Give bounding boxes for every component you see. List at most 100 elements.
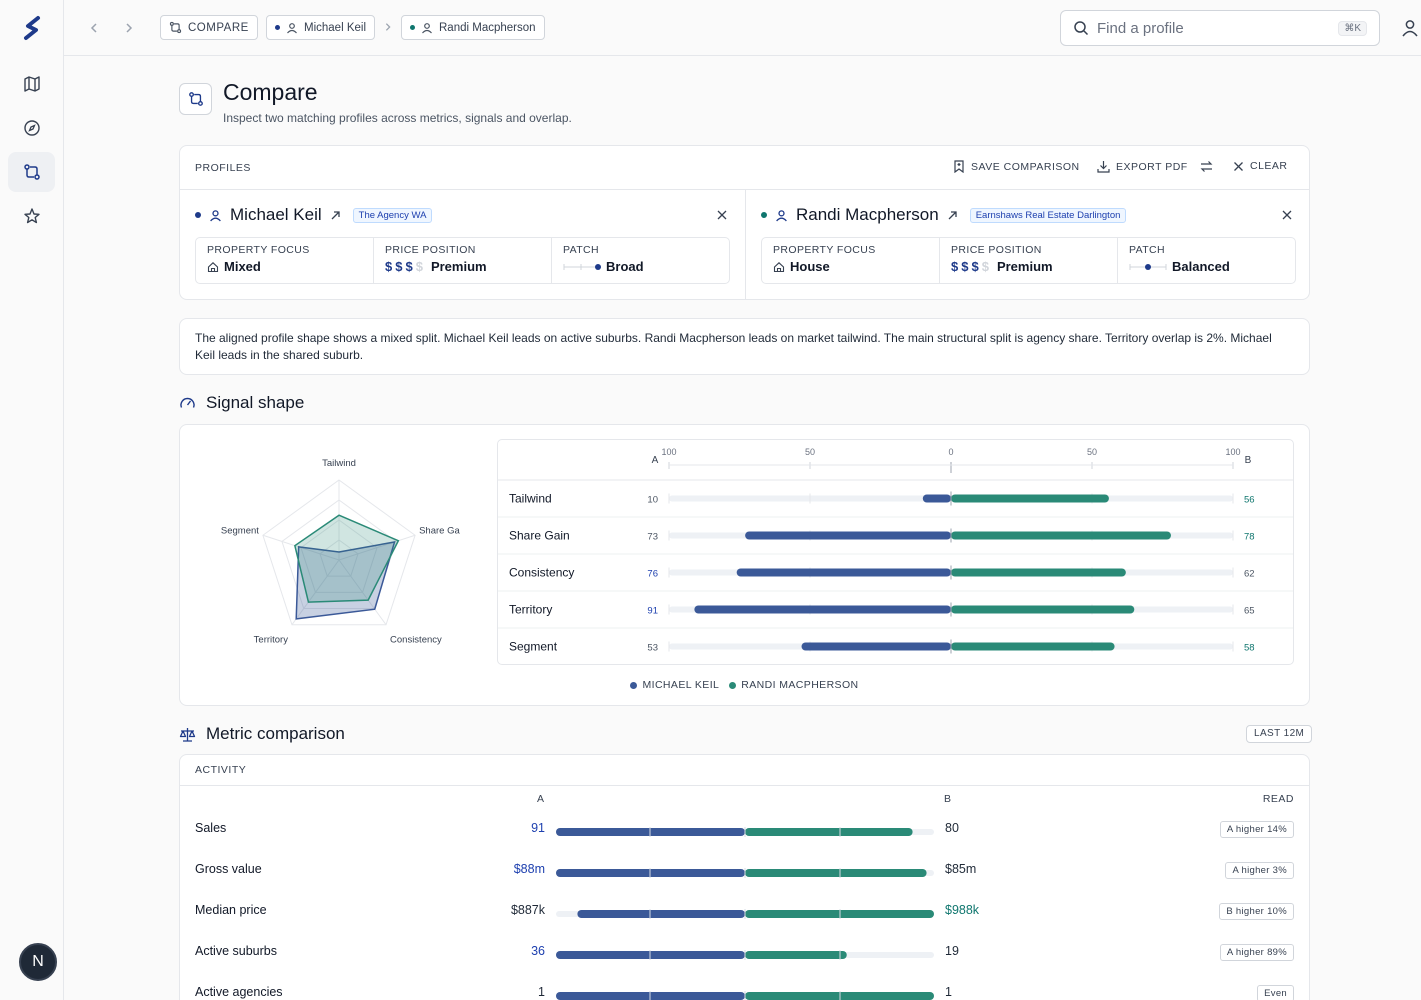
metric-read-badge: Even [1257, 985, 1294, 1000]
profiles-header: PROFILES SAVE COMPARISON EXPORT PDF CLEA… [180, 146, 1309, 190]
axis-a-label: A [652, 455, 659, 466]
avatar[interactable]: N [19, 943, 57, 981]
user-icon[interactable] [1400, 18, 1420, 38]
sidebar-item-favourites[interactable] [8, 196, 55, 236]
bar-category-label: Share Gain [509, 529, 570, 543]
breadcrumb-compare[interactable]: COMPARE [160, 15, 258, 40]
sidebar-item-compare[interactable] [8, 152, 55, 192]
save-comparison-button[interactable]: SAVE COMPARISON [953, 160, 1080, 173]
profile-a-name[interactable]: Michael Keil [230, 205, 322, 225]
back-button[interactable] [84, 18, 104, 38]
metric-value-b: 1 [945, 985, 952, 999]
patch-value: Broad [606, 259, 644, 274]
compare-icon [23, 164, 40, 180]
gauge-icon [180, 397, 195, 408]
breadcrumb-profile-a[interactable]: Michael Keil [266, 15, 375, 40]
radar-series-randi-macpherson [294, 514, 400, 603]
metric-row[interactable]: Gross value $88m $85m A higher 3% [180, 854, 1309, 894]
property-focus-value: House [790, 259, 830, 274]
metric-read-badge: B higher 10% [1219, 903, 1294, 920]
save-comparison-label: SAVE COMPARISON [971, 160, 1080, 173]
breadcrumb-label: Michael Keil [304, 21, 366, 34]
forward-button[interactable] [119, 18, 139, 38]
sidebar-item-map[interactable] [8, 64, 55, 104]
metric-comparison-heading: Metric comparison [179, 724, 345, 744]
metric-name: Gross value [195, 862, 262, 876]
bar-value-a: 91 [647, 606, 658, 617]
bar-randi-macpherson [951, 494, 1109, 503]
profile-a-name-row: Michael Keil The Agency WA [195, 205, 433, 225]
export-pdf-button[interactable]: EXPORT PDF [1097, 160, 1188, 173]
profile-b-name-row: Randi Macpherson Earnshaws Real Estate D… [761, 205, 1127, 225]
chevron-left-icon [90, 23, 97, 33]
sidebar: N [0, 0, 64, 1000]
bar-category-label: Territory [509, 603, 552, 617]
metric-row[interactable]: Active suburbs 36 19 A higher 89% [180, 936, 1309, 976]
period-badge[interactable]: LAST 12M [1246, 725, 1313, 743]
avatar-initial: N [32, 953, 44, 970]
profile-b-name[interactable]: Randi Macpherson [796, 205, 939, 225]
bar-michael-keil [736, 568, 951, 577]
metric-name: Active agencies [195, 985, 283, 999]
download-icon [1097, 161, 1110, 173]
column-b-header: B [944, 793, 952, 805]
user-icon [422, 22, 432, 33]
metric-value-a: 36 [531, 944, 545, 958]
sidebar-item-explore[interactable] [8, 108, 55, 148]
top-bar: COMPARE Michael Keil Randi Macpherson ⌘K [64, 0, 1421, 56]
patch-cell: PATCH Broad [552, 238, 729, 283]
scale-icon [179, 727, 196, 742]
search-icon [1074, 21, 1089, 36]
breadcrumb-profile-b[interactable]: Randi Macpherson [401, 15, 545, 40]
price-position-cell: PRICE POSITION $$$$ Premium [374, 238, 552, 283]
bar-value-b: 62 [1244, 569, 1255, 580]
patch-scale-icon [1129, 263, 1167, 270]
clear-label: CLEAR [1250, 160, 1288, 172]
summary-card: The aligned profile shape shows a mixed … [179, 318, 1310, 375]
price-level-icons: $$$$ [951, 259, 992, 274]
metric-bar-a [577, 910, 745, 918]
profile-a-dot [195, 212, 201, 218]
metric-name: Sales [195, 821, 227, 835]
patch-label: PATCH [1129, 244, 1166, 256]
metric-row[interactable]: Sales 91 80 A higher 14% [180, 813, 1309, 853]
metric-bar-b [745, 869, 927, 877]
metric-value-a: $88m [513, 862, 545, 876]
external-link-icon[interactable] [947, 210, 958, 221]
bar-value-b: 56 [1244, 495, 1255, 506]
property-focus-label: PROPERTY FOCUS [773, 244, 876, 256]
bar-michael-keil [745, 531, 951, 540]
s-logo-icon[interactable] [20, 14, 44, 42]
page-title: Compare [223, 79, 318, 105]
external-link-icon[interactable] [330, 210, 341, 221]
property-focus-value: Mixed [224, 259, 261, 274]
metric-bar [556, 909, 934, 919]
legend-item-a: MICHAEL KEIL [630, 679, 719, 691]
remove-profile-a-button[interactable] [715, 208, 729, 222]
bookmark-icon [954, 160, 964, 173]
profile-a-attributes: PROPERTY FOCUS Mixed PRICE POSITION $$$$… [195, 237, 730, 284]
price-position-cell: PRICE POSITION $$$$ Premium [940, 238, 1118, 283]
swap-icon [1200, 161, 1213, 172]
metric-row[interactable]: Median price $887k $988k B higher 10% [180, 895, 1309, 935]
axis-tick-label: 0 [948, 447, 953, 457]
clear-button[interactable]: CLEAR [1233, 160, 1288, 172]
search-box[interactable]: ⌘K [1060, 10, 1380, 46]
profiles-label: PROFILES [195, 162, 251, 174]
price-position-value: Premium [430, 259, 487, 274]
profile-b-panel: Randi Macpherson Earnshaws Real Estate D… [745, 190, 1310, 300]
metric-row[interactable]: Active agencies 1 1 Even [180, 977, 1309, 1000]
radar-axis-label: Territory [254, 635, 289, 646]
signal-shape-heading: Signal shape [179, 393, 304, 413]
bar-value-a: 73 [647, 532, 658, 543]
remove-profile-b-button[interactable] [1280, 208, 1294, 222]
radar-axis-label: Consistency [390, 635, 442, 646]
radar-axis-label: Tailwind [322, 458, 356, 469]
metric-bar [556, 827, 934, 837]
swap-button[interactable] [1200, 160, 1213, 173]
search-shortcut: ⌘K [1338, 20, 1367, 36]
price-level-icons: $$$$ [385, 259, 426, 274]
metric-bar-b [745, 828, 913, 836]
search-input[interactable] [1097, 19, 1331, 37]
bar-value-b: 58 [1244, 643, 1255, 654]
